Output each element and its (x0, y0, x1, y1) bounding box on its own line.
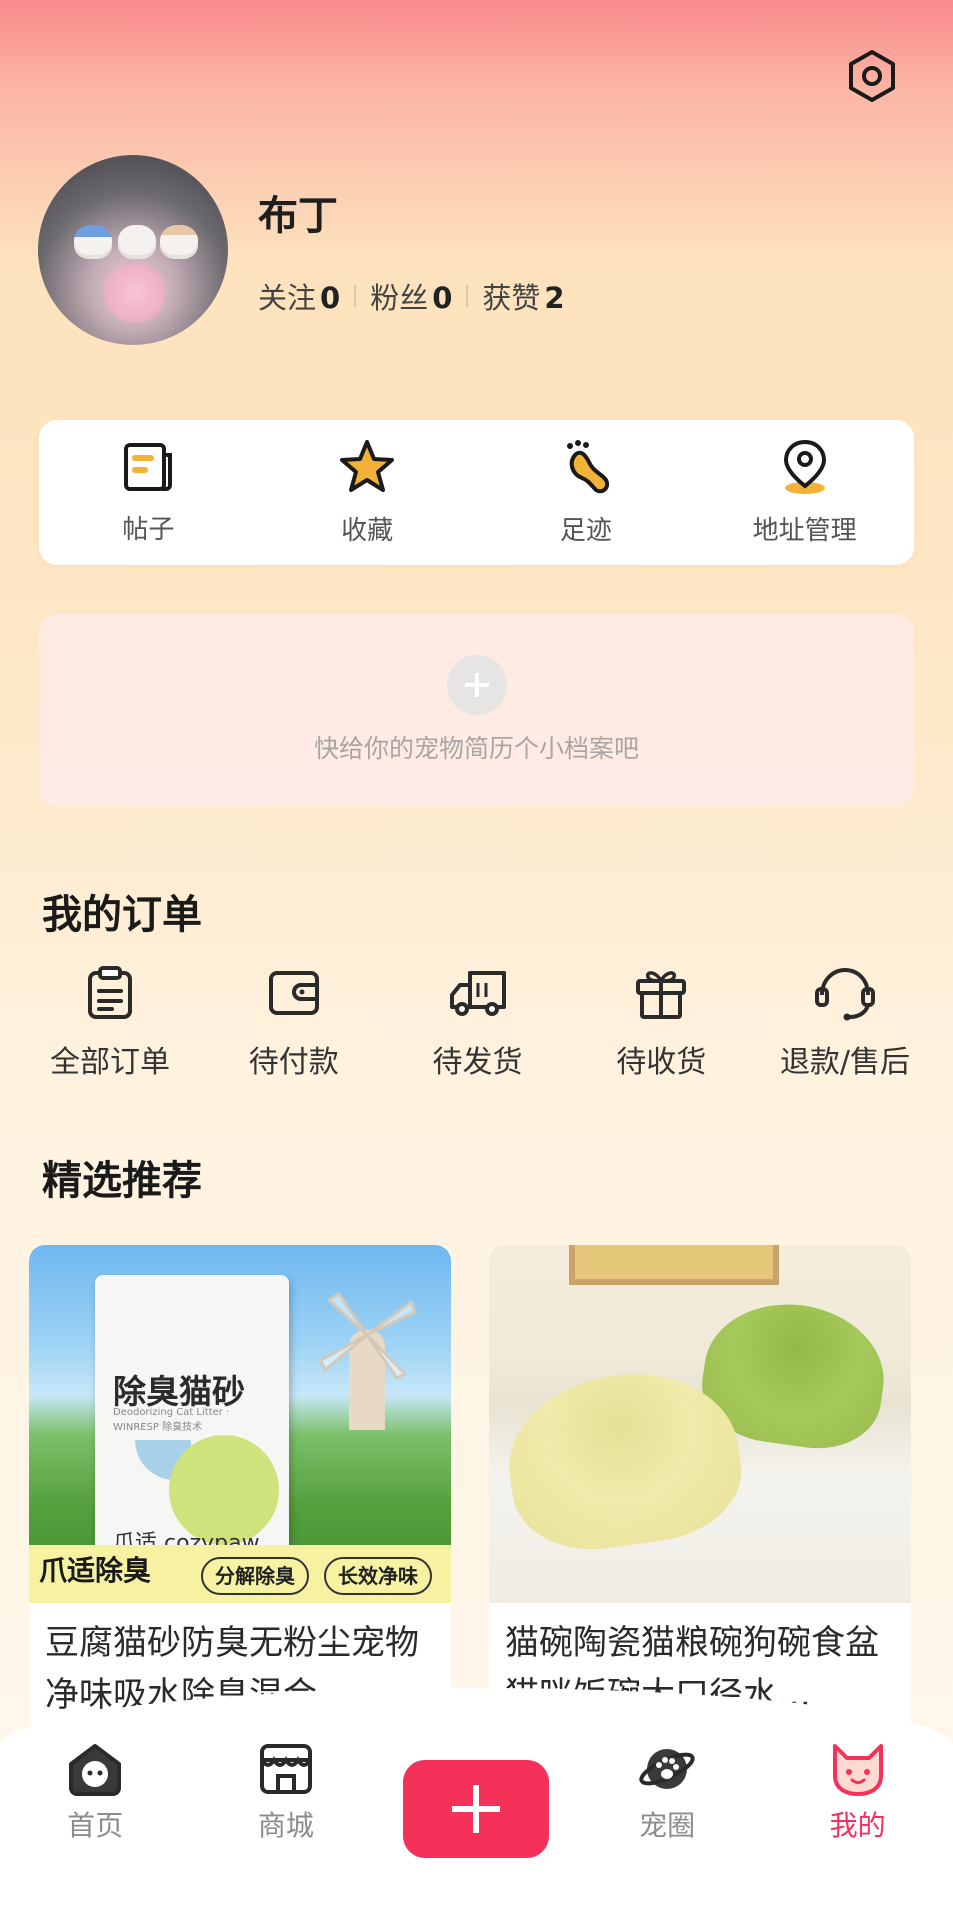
bottom-nav: 首页 商城 宠圈 我的 (0, 1740, 953, 1900)
posts-icon (124, 443, 173, 491)
create-post-button[interactable] (403, 1760, 550, 1858)
stat-likes[interactable]: 获赞 2 (482, 275, 564, 317)
username: 布丁 (258, 193, 338, 239)
clipboard-icon (88, 966, 132, 1019)
product-card[interactable]: 猫碗陶瓷猫粮碗狗碗食盆猫咪饭碗大口径水… (489, 1245, 911, 1725)
profile-header: 布丁 关注 0 粉丝 0 获赞 2 (38, 155, 565, 345)
quick-item-address[interactable]: 地址管理 (705, 438, 905, 547)
nav-home[interactable]: 首页 (20, 1740, 170, 1844)
cat-face-icon (832, 1744, 883, 1796)
add-pet-profile-card[interactable]: 快给你的宠物简历个小档案吧 (39, 614, 914, 806)
nav-mine[interactable]: 我的 (783, 1740, 933, 1844)
wallet-icon (268, 971, 319, 1015)
truck-icon (449, 971, 506, 1016)
product-bag: 除臭猫砂 Deodorizing Cat Litter · WINRESP 除臭… (95, 1275, 289, 1571)
product-image (489, 1245, 911, 1603)
product-card[interactable]: 除臭猫砂 Deodorizing Cat Litter · WINRESP 除臭… (29, 1245, 451, 1725)
quick-actions-card: 帖子 收藏 足迹 地址管理 (39, 420, 914, 565)
headset-icon (815, 967, 875, 1021)
settings-hexagon-icon (849, 50, 895, 102)
profile-stats: 关注 0 粉丝 0 获赞 2 (258, 275, 565, 317)
stat-following[interactable]: 关注 0 (258, 275, 340, 317)
add-pet-button[interactable] (446, 655, 507, 715)
star-icon (340, 440, 395, 492)
pet-profile-hint: 快给你的宠物简历个小档案吧 (313, 734, 639, 763)
location-pin-icon (783, 439, 826, 494)
avatar[interactable] (38, 155, 228, 345)
quick-item-favorites[interactable]: 收藏 (267, 438, 467, 547)
divider (466, 285, 469, 307)
product-image: 除臭猫砂 Deodorizing Cat Litter · WINRESP 除臭… (29, 1245, 451, 1603)
plus-icon (452, 1785, 501, 1833)
nav-store[interactable]: 商城 (211, 1740, 361, 1844)
orders-row: 全部订单 待付款 待发货 待收货 退款/售后 (20, 965, 935, 1081)
quick-item-footprints[interactable]: 足迹 (486, 438, 686, 547)
paw-planet-icon (639, 1749, 695, 1789)
home-icon (69, 1744, 122, 1796)
order-pending-payment[interactable]: 待付款 (204, 965, 384, 1081)
gift-icon (636, 971, 687, 1019)
store-icon (259, 1744, 312, 1794)
nav-community[interactable]: 宠圈 (592, 1740, 742, 1844)
divider (354, 285, 357, 307)
settings-button[interactable] (842, 46, 902, 106)
order-pending-shipment[interactable]: 待发货 (388, 965, 568, 1081)
quick-item-posts[interactable]: 帖子 (48, 439, 248, 546)
nav-post[interactable] (401, 1740, 551, 1858)
orders-title: 我的订单 (42, 892, 202, 938)
recommend-title: 精选推荐 (42, 1158, 202, 1204)
footprint-icon (566, 440, 609, 494)
order-pending-receipt[interactable]: 待收货 (571, 965, 751, 1081)
plus-icon (464, 673, 489, 697)
order-all[interactable]: 全部订单 (20, 965, 200, 1081)
order-refund[interactable]: 退款/售后 (755, 965, 935, 1081)
stat-followers[interactable]: 粉丝 0 (370, 275, 452, 317)
